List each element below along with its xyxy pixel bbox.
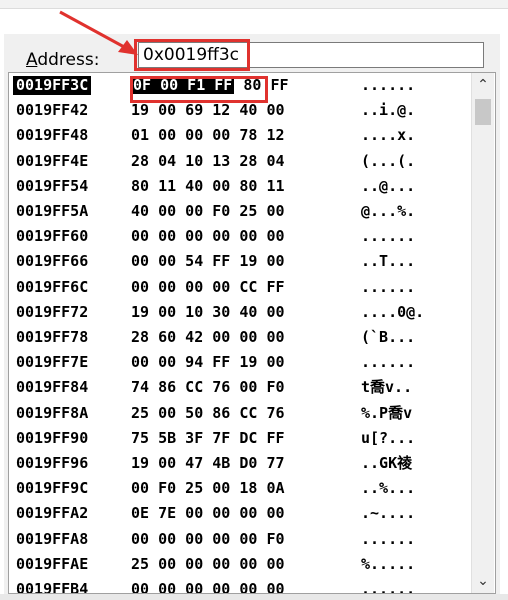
row-bytes: 0E 7E 00 00 00 00: [131, 504, 285, 523]
row-bytes: 28 04 10 13 28 04: [131, 151, 285, 170]
row-ascii: %.....: [361, 554, 416, 573]
row-bytes: 00 00 00 00 00 00: [131, 227, 285, 246]
row-ascii: ....0@.: [361, 302, 425, 321]
row-ascii: ......: [361, 76, 416, 94]
remaining-bytes: 80 FF: [234, 76, 289, 94]
row-ascii: ......: [361, 277, 416, 296]
row-bytes: 00 00 00 00 00 F0: [131, 529, 285, 548]
chevron-up-icon[interactable]: ⌃: [472, 75, 494, 95]
chevron-down-icon[interactable]: ⌄: [472, 571, 494, 591]
memory-row[interactable]: 0019FFB4 00 00 00 00 00 00......: [9, 580, 469, 594]
memory-row[interactable]: 0019FF66 00 00 54 FF 19 00 ..T...: [9, 252, 469, 271]
row-address: 0019FF4E: [16, 151, 89, 170]
row-ascii: ..@...: [361, 176, 416, 195]
row-ascii: (`B...: [361, 328, 416, 346]
row-bytes: 00 00 94 FF 19 00: [131, 353, 285, 372]
address-input[interactable]: 0x0019ff3c: [138, 42, 484, 68]
row-address: 0019FF5A: [16, 202, 89, 220]
selected-bytes: 0F 00 F1 FF: [131, 76, 235, 94]
row-address: 0019FF66: [16, 252, 89, 271]
row-bytes: 25 00 50 86 CC 76: [131, 403, 285, 422]
row-bytes: 00 00 00 00 CC FF: [131, 277, 285, 296]
row-address: 0019FF90: [16, 428, 89, 447]
row-address: 0019FF72: [16, 302, 89, 321]
memory-row[interactable]: 0019FF4E 28 04 10 13 28 04 (...(.: [9, 152, 469, 171]
row-address: 0019FF8A: [16, 403, 89, 422]
row-ascii: @...%.: [361, 202, 416, 220]
row-ascii: ..GK祾: [361, 454, 413, 472]
memory-row[interactable]: 0019FF42 19 00 69 12 40 00 ..i.@.: [9, 101, 469, 120]
address-label-rest: ddress:: [37, 50, 100, 70]
row-bytes: 0F 00 F1 FF 80 FF: [131, 76, 289, 95]
row-ascii: ......: [361, 580, 416, 594]
row-address: 0019FF6C: [16, 277, 89, 296]
row-bytes: 74 86 CC 76 00 F0: [131, 378, 285, 397]
row-bytes: 00 F0 25 00 18 0A: [131, 479, 285, 498]
row-address: 0019FF60: [16, 227, 89, 246]
row-address: 0019FF96: [16, 454, 89, 472]
row-address: 0019FF78: [16, 328, 89, 346]
top-strip: [0, 0, 508, 9]
row-address: 0019FFA2: [16, 504, 89, 523]
row-ascii: %.P喬v: [361, 403, 413, 422]
row-address: 0019FF54: [16, 176, 89, 195]
row-ascii: ..%...: [361, 479, 416, 498]
vertical-scrollbar[interactable]: ⌃ ⌄: [471, 73, 494, 593]
row-bytes: 19 00 47 4B D0 77: [131, 454, 285, 472]
row-bytes: 75 5B 3F 7F DC FF: [131, 428, 285, 447]
row-ascii: t喬v..: [361, 378, 413, 397]
row-ascii: ..T...: [361, 252, 416, 271]
memory-dump[interactable]: 0019FF3C 0F 00 F1 FF 80 FF...... 0019FF42 1…: [8, 72, 496, 594]
row-ascii: ......: [361, 227, 416, 246]
row-ascii: ....x.: [361, 126, 416, 145]
memory-row[interactable]: 0019FF96 19 00 47 4B D0 77 ..GK祾: [9, 454, 469, 473]
memory-row[interactable]: 0019FF78 28 60 42 00 00 00 (`B...: [9, 328, 469, 347]
row-bytes: 19 00 69 12 40 00: [131, 101, 285, 120]
memory-row[interactable]: 0019FFA8 00 00 00 00 00 F0......: [9, 530, 469, 549]
memory-row[interactable]: 0019FF3C 0F 00 F1 FF 80 FF......: [9, 76, 469, 95]
memory-row[interactable]: 0019FF72 19 00 10 30 40 00 ....0@.: [9, 303, 469, 322]
memory-row[interactable]: 0019FF48 01 00 00 00 78 12 ....x.: [9, 126, 469, 145]
memory-row[interactable]: 0019FFA2 0E 7E 00 00 00 00 .~....: [9, 504, 469, 523]
row-ascii: (...(.: [361, 151, 416, 170]
row-address: 0019FFA8: [16, 529, 89, 548]
row-address: 0019FF7E: [16, 353, 89, 372]
bottom-edge: [0, 594, 508, 600]
row-ascii: ......: [361, 529, 416, 548]
row-bytes: 19 00 10 30 40 00: [131, 302, 285, 321]
row-bytes: 25 00 00 00 00 00: [131, 554, 285, 573]
row-ascii: ..i.@.: [361, 101, 416, 120]
row-bytes: 00 00 00 00 00 00: [131, 580, 285, 594]
row-ascii: .~....: [361, 504, 416, 523]
memory-row[interactable]: 0019FF90 75 5B 3F 7F DC FF u[?...: [9, 429, 469, 448]
row-bytes: 80 11 40 00 80 11: [131, 176, 285, 195]
address-label-accelerator: A: [26, 50, 38, 70]
memory-row[interactable]: 0019FF60 00 00 00 00 00 00......: [9, 227, 469, 246]
row-address: 0019FF42: [16, 101, 89, 120]
row-bytes: 40 00 00 F0 25 00: [131, 202, 285, 220]
scroll-thumb[interactable]: [475, 99, 491, 125]
row-bytes: 28 60 42 00 00 00: [131, 328, 285, 346]
memory-row[interactable]: 0019FF6C 00 00 00 00 CC FF......: [9, 278, 469, 297]
row-address: 0019FFB4: [16, 580, 89, 594]
row-ascii: u[?...: [361, 428, 416, 447]
memory-row[interactable]: 0019FF54 80 11 40 00 80 11 ..@...: [9, 177, 469, 196]
row-address: 0019FF84: [16, 378, 89, 397]
row-address: 0019FF3C: [13, 76, 92, 95]
memory-row[interactable]: 0019FFAE 25 00 00 00 00 00%.....: [9, 555, 469, 574]
address-label: Address:: [26, 50, 99, 70]
memory-row[interactable]: 0019FF84 74 86 CC 76 00 F0 t喬v..: [9, 378, 469, 397]
memory-row[interactable]: 0019FF8A 25 00 50 86 CC 76 %.P喬v: [9, 404, 469, 423]
row-ascii: ......: [361, 353, 416, 372]
memory-row[interactable]: 0019FF5A 40 00 00 F0 25 00 @...%.: [9, 202, 469, 221]
memory-row[interactable]: 0019FF9C 00 F0 25 00 18 0A..%...: [9, 479, 469, 498]
memory-viewer-panel: Address: 0x0019ff3c 0019FF3C 0F 00 F1 FF …: [4, 34, 500, 594]
row-address: 0019FFAE: [16, 554, 89, 573]
row-address: 0019FF9C: [16, 479, 89, 498]
memory-row[interactable]: 0019FF7E 00 00 94 FF 19 00......: [9, 353, 469, 372]
row-address: 0019FF48: [16, 126, 89, 145]
row-bytes: 00 00 54 FF 19 00: [131, 252, 285, 271]
row-bytes: 01 00 00 00 78 12: [131, 126, 285, 145]
